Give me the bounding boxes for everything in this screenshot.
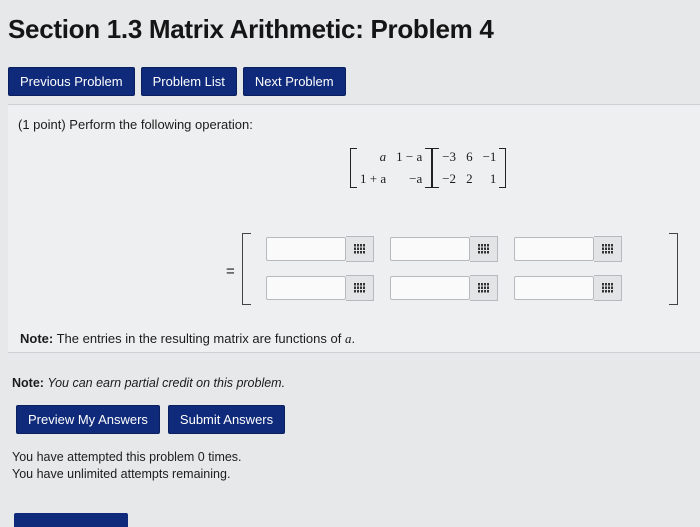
- problem-box: (1 point) Perform the following operatio…: [8, 104, 700, 353]
- problem-navigation: Previous Problem Problem List Next Probl…: [8, 67, 346, 96]
- equals-sign: =: [226, 263, 235, 280]
- previous-problem-button[interactable]: Previous Problem: [8, 67, 135, 96]
- note-end: .: [351, 331, 356, 346]
- answer-row-1: [266, 236, 622, 262]
- partial-credit-label: Note:: [12, 376, 44, 390]
- right-matrix-close-bracket: [499, 148, 507, 188]
- problem-list-button[interactable]: Problem List: [140, 67, 237, 96]
- answer-input-r1c3[interactable]: [514, 237, 594, 261]
- answer-cell: [390, 236, 498, 262]
- note-label: Note:: [20, 331, 54, 346]
- answer-cell: [266, 236, 374, 262]
- answer-row-2: [266, 275, 622, 301]
- keypad-glyph: [601, 283, 613, 293]
- note-text: The entries in the resulting matrix are …: [56, 331, 342, 346]
- keypad-glyph: [353, 244, 365, 254]
- keypad-icon[interactable]: [470, 236, 498, 262]
- right-matrix-open-bracket: [432, 148, 440, 188]
- keypad-icon[interactable]: [346, 236, 374, 262]
- matrix-expression: a 1 − a 1 + a −a −3 6 −1 −2 2 1: [350, 147, 507, 189]
- keypad-icon[interactable]: [346, 275, 374, 301]
- partial-credit-text: You can earn partial credit on this prob…: [47, 376, 286, 390]
- answer-cell: [266, 275, 374, 301]
- right-matrix-entry: 1: [489, 171, 497, 186]
- answer-matrix-open-bracket: [242, 233, 251, 305]
- submit-answers-button[interactable]: Submit Answers: [167, 405, 286, 434]
- attempted-text: You have attempted this problem 0 times.: [12, 450, 242, 464]
- answer-input-r1c2[interactable]: [390, 237, 470, 261]
- answer-cell: [514, 236, 622, 262]
- keypad-icon[interactable]: [594, 275, 622, 301]
- answer-input-r2c3[interactable]: [514, 276, 594, 300]
- problem-prompt: (1 point) Perform the following operatio…: [18, 117, 253, 132]
- submit-row: Preview My Answers Submit Answers: [16, 405, 286, 434]
- keypad-glyph: [477, 244, 489, 254]
- page-title: Section 1.3 Matrix Arithmetic: Problem 4: [8, 14, 494, 44]
- answer-cell: [514, 275, 622, 301]
- keypad-icon[interactable]: [470, 275, 498, 301]
- answer-matrix-close-bracket: [669, 233, 678, 305]
- answer-input-r2c2[interactable]: [390, 276, 470, 300]
- preview-answers-button[interactable]: Preview My Answers: [16, 405, 160, 434]
- left-matrix: a 1 − a 1 + a −a: [357, 149, 425, 187]
- keypad-glyph: [601, 244, 613, 254]
- right-matrix: −3 6 −1 −2 2 1: [439, 149, 499, 187]
- left-matrix-entry: a: [379, 149, 387, 164]
- attempt-status: You have attempted this problem 0 times.…: [12, 449, 242, 483]
- answer-input-r1c1[interactable]: [266, 237, 346, 261]
- left-matrix-entry: 1 + a: [360, 171, 387, 186]
- left-matrix-open-bracket: [350, 148, 357, 188]
- left-matrix-entry: −a: [409, 171, 423, 186]
- keypad-glyph: [477, 283, 489, 293]
- right-matrix-entry: −2: [442, 171, 457, 186]
- partial-credit-note: Note: You can earn partial credit on thi…: [12, 376, 285, 390]
- remaining-text: You have unlimited attempts remaining.: [12, 467, 231, 481]
- left-matrix-close-bracket: [425, 148, 433, 188]
- right-matrix-entry: −3: [442, 149, 457, 164]
- right-matrix-entry: 2: [466, 171, 473, 186]
- answer-input-r2c1[interactable]: [266, 276, 346, 300]
- right-matrix-entry: 6: [466, 149, 473, 164]
- matrix-note: Note: The entries in the resulting matri…: [20, 331, 355, 347]
- right-matrix-entry: −1: [482, 149, 497, 164]
- keypad-icon[interactable]: [594, 236, 622, 262]
- answer-cell: [390, 275, 498, 301]
- left-matrix-entry: 1 − a: [396, 149, 423, 164]
- next-problem-button[interactable]: Next Problem: [242, 67, 346, 96]
- keypad-glyph: [353, 283, 365, 293]
